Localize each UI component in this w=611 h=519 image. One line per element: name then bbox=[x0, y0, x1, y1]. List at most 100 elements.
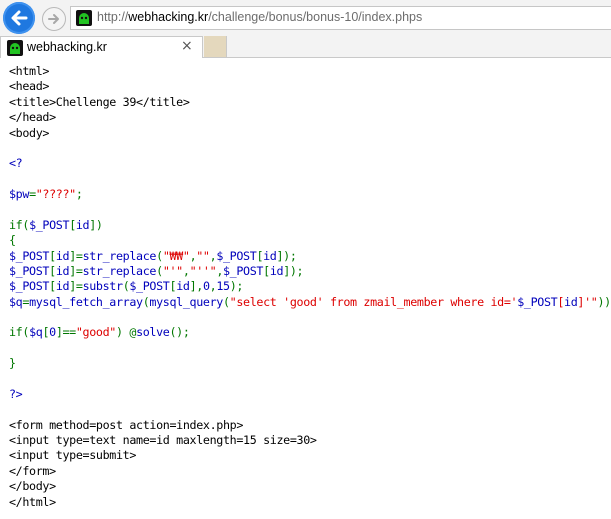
code-line: </form> bbox=[9, 464, 609, 479]
code-token: mysql_fetch_array bbox=[29, 294, 143, 309]
code-line: <? bbox=[9, 156, 609, 171]
code-token: $_POST bbox=[9, 248, 50, 263]
url-path: /challenge/bonus/bonus-10/index.phps bbox=[208, 10, 423, 24]
code-token: , bbox=[216, 263, 223, 278]
new-tab-button[interactable] bbox=[204, 36, 227, 57]
code-token: $_POST bbox=[223, 263, 264, 278]
code-line: <input type=submit> bbox=[9, 448, 609, 463]
code-token: { bbox=[9, 233, 16, 248]
code-token: <input type=submit> bbox=[9, 448, 137, 463]
code-token: <body> bbox=[9, 125, 50, 140]
code-token: $q bbox=[9, 294, 23, 309]
code-token: $_POST bbox=[216, 248, 257, 263]
code-token: [ bbox=[557, 294, 565, 309]
source-code-view: <html> <head> <title>Chellenge 39</title> <… bbox=[9, 64, 611, 510]
code-line: $pw="????"; bbox=[9, 187, 609, 202]
code-token: ]); bbox=[283, 263, 304, 278]
code-token: $_POST bbox=[129, 279, 170, 294]
code-token: id bbox=[55, 263, 70, 278]
code-line: { bbox=[9, 233, 609, 248]
code-token: str_replace bbox=[82, 248, 157, 263]
code-line: <body> bbox=[9, 126, 609, 141]
url-scheme: http:// bbox=[97, 10, 129, 24]
code-token: </head> bbox=[9, 110, 56, 125]
code-token: $pw bbox=[9, 187, 30, 201]
code-token: </form> bbox=[9, 463, 56, 478]
site-favicon bbox=[7, 40, 23, 56]
code-token: ( bbox=[222, 294, 230, 309]
code-token: [ bbox=[69, 217, 76, 232]
code-token: <form method=post action=index.php> bbox=[9, 417, 244, 432]
code-token: id bbox=[269, 263, 284, 278]
code-token: } bbox=[9, 356, 16, 371]
code-token: ( bbox=[156, 263, 163, 278]
code-token: 15 bbox=[216, 279, 230, 294]
code-token: <title>Chellenge 39</title> bbox=[9, 94, 190, 109]
code-line: <title>Chellenge 39</title> bbox=[9, 95, 609, 110]
code-line: $_POST[id]=str_replace("₩₩","",$_POST[id… bbox=[9, 249, 609, 264]
code-token: , bbox=[182, 263, 190, 278]
code-token: id bbox=[55, 248, 70, 263]
code-line: } bbox=[9, 356, 609, 371]
code-token: id bbox=[75, 217, 90, 232]
code-token: "₩₩" bbox=[162, 248, 190, 263]
code-token: $_POST bbox=[29, 217, 70, 232]
code-line: if($_POST[id]) bbox=[9, 218, 609, 233]
site-favicon bbox=[76, 10, 92, 26]
code-token: ); bbox=[229, 279, 244, 294]
code-line: </body> bbox=[9, 479, 609, 494]
code-token: ]= bbox=[69, 279, 83, 294]
code-token: ]); bbox=[276, 248, 297, 263]
code-line: </html> bbox=[9, 495, 609, 510]
code-token: <? bbox=[9, 156, 23, 171]
code-token: </html> bbox=[9, 494, 56, 509]
forward-arrow-icon bbox=[48, 14, 59, 24]
code-line: $_POST[id]=str_replace("'","''",$_POST[i… bbox=[9, 264, 609, 279]
code-token: [ bbox=[49, 248, 56, 263]
code-token: "????" bbox=[35, 187, 76, 201]
code-token: "''" bbox=[189, 263, 217, 278]
code-token: </body> bbox=[9, 479, 56, 494]
code-line: <form method=post action=index.php> bbox=[9, 418, 609, 433]
code-token: id bbox=[564, 294, 578, 309]
code-token: if( bbox=[9, 325, 30, 340]
code-token: ?> bbox=[9, 386, 23, 401]
code-token: '" bbox=[584, 294, 598, 309]
close-icon[interactable]: × bbox=[181, 38, 193, 54]
code-token: str_replace bbox=[82, 263, 157, 278]
code-token: id bbox=[263, 248, 277, 263]
browser-toolbar: http://webhacking.kr/challenge/bonus/bon… bbox=[0, 0, 611, 36]
code-line: </head> bbox=[9, 110, 609, 125]
forward-button[interactable] bbox=[42, 7, 66, 31]
code-token: mysql_query bbox=[149, 294, 223, 309]
code-line: $q=mysql_fetch_array(mysql_query("select… bbox=[9, 294, 611, 310]
code-token: )); bbox=[597, 294, 611, 309]
code-token: ]= bbox=[69, 248, 83, 263]
code-token: solve bbox=[136, 325, 170, 340]
code-token: ]= bbox=[69, 263, 83, 278]
code-token: [ bbox=[49, 263, 56, 278]
code-line: <input type=text name=id maxlength=15 si… bbox=[9, 433, 609, 448]
code-line: <html> bbox=[9, 64, 609, 79]
code-token: ( bbox=[156, 248, 163, 263]
tab-strip: webhacking.kr × bbox=[0, 36, 611, 58]
tab-webhacking[interactable]: webhacking.kr × bbox=[0, 36, 203, 58]
code-token: id bbox=[55, 279, 70, 294]
code-token: 0 bbox=[49, 325, 56, 340]
code-token: <head> bbox=[9, 79, 50, 94]
code-token: id bbox=[176, 279, 190, 294]
code-token: if( bbox=[9, 217, 30, 232]
code-token: [ bbox=[263, 263, 270, 278]
code-line: if($q[0]=="good") @solve(); bbox=[9, 325, 609, 340]
code-token: $_POST bbox=[517, 294, 558, 309]
code-token: $q bbox=[29, 325, 43, 340]
url-text[interactable]: http://webhacking.kr/challenge/bonus/bon… bbox=[97, 10, 422, 24]
address-bar[interactable]: http://webhacking.kr/challenge/bonus/bon… bbox=[70, 6, 611, 30]
back-button[interactable] bbox=[3, 2, 35, 34]
